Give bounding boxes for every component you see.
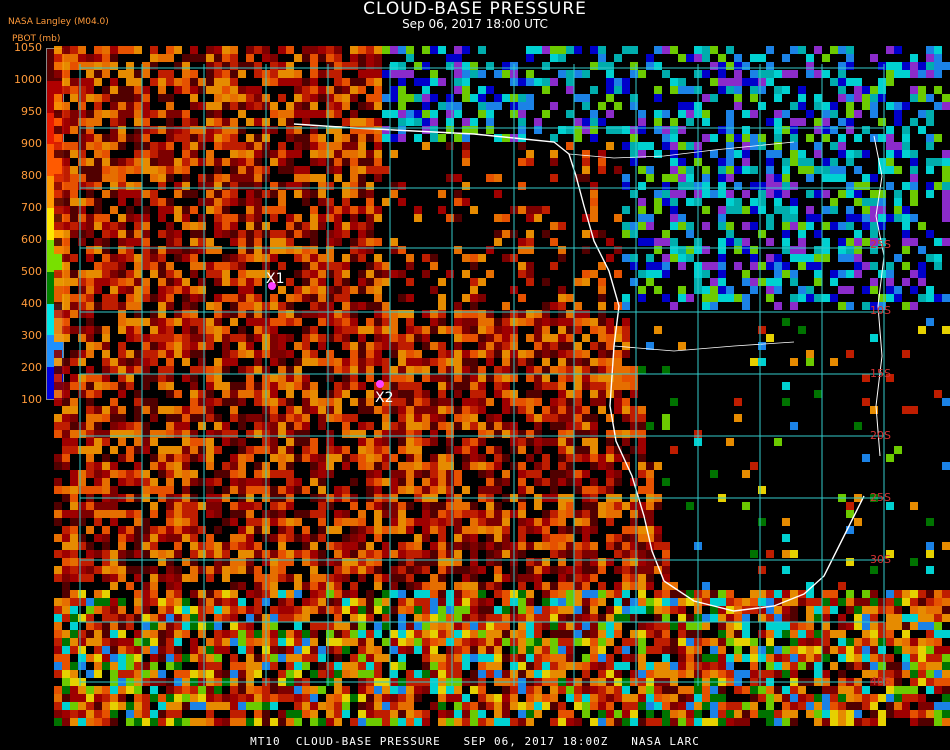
satellite-map: 25S 10S 15S 20S 25S 30S 40S X1 X2 — [54, 46, 950, 726]
latitude-label: 10S — [870, 304, 891, 317]
provider-label: NASA Langley (M04.0) — [8, 17, 109, 27]
legend-label: 600 — [21, 233, 42, 246]
page: CLOUD-BASE PRESSURE Sep 06, 2017 18:00 U… — [0, 0, 950, 750]
legend-label: 700 — [21, 201, 42, 214]
legend-labels: 1050 1000 950 900 800 700 600 500 400 30… — [0, 42, 42, 407]
latitude-label: 40S — [870, 675, 891, 688]
legend-label: 100 — [21, 393, 42, 406]
legend-label: 950 — [21, 105, 42, 118]
cloud-map-svg: 25S 10S 15S 20S 25S 30S 40S X1 X2 — [54, 46, 950, 726]
latitude-label: 20S — [870, 429, 891, 442]
legend-label: 500 — [21, 265, 42, 278]
marker-x2-dot — [376, 380, 384, 388]
marker-x1-label: X1 — [266, 271, 285, 287]
latitude-label: 25S — [870, 238, 891, 251]
legend-label: 300 — [21, 329, 42, 342]
legend-label: 1000 — [14, 73, 42, 86]
border-path — [613, 341, 795, 352]
legend-label: 1050 — [14, 41, 42, 54]
legend-label: 900 — [21, 137, 42, 150]
latitude-label: 25S — [870, 491, 891, 504]
cloud-field — [54, 46, 950, 726]
footer-caption: MT10 CLOUD-BASE PRESSURE SEP 06, 2017 18… — [250, 735, 700, 748]
legend-label: 200 — [21, 361, 42, 374]
legend-label: 400 — [21, 297, 42, 310]
latitude-label: 15S — [870, 367, 891, 380]
latitude-label: 30S — [870, 553, 891, 566]
legend-label: 800 — [21, 169, 42, 182]
marker-x2-label: X2 — [375, 390, 394, 406]
page-subtitle: Sep 06, 2017 18:00 UTC — [402, 17, 548, 31]
